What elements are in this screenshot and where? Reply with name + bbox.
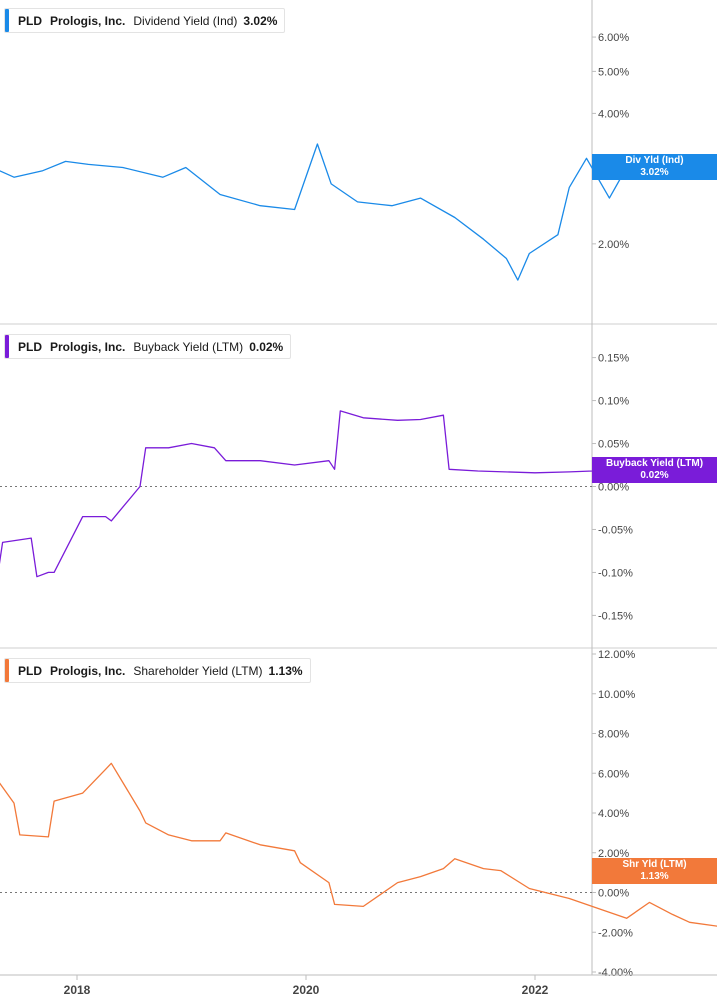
badge-value: 3.02% bbox=[640, 167, 669, 179]
x-tick-label: 2022 bbox=[522, 983, 549, 997]
legend-company: Prologis, Inc. bbox=[50, 663, 126, 678]
badge-title: Div Yld (Ind) bbox=[625, 155, 684, 167]
last-value-badge-dividend: Div Yld (Ind) 3.02% bbox=[592, 154, 717, 181]
y-tick-label: 0.05% bbox=[598, 439, 629, 451]
legend-metric: Buyback Yield (LTM) bbox=[133, 339, 244, 354]
last-value-badge-shareholder: Shr Yld (LTM) 1.13% bbox=[592, 858, 717, 885]
y-tick-label: 4.00% bbox=[598, 808, 629, 820]
y-tick-label: -4.00% bbox=[598, 967, 633, 979]
legend-value: 1.13% bbox=[268, 663, 303, 678]
legend-swatch bbox=[5, 335, 9, 358]
x-tick-label: 2020 bbox=[293, 983, 320, 997]
legend-swatch bbox=[5, 9, 9, 32]
legend-swatch bbox=[5, 659, 9, 682]
legend-ticker: PLD bbox=[18, 13, 42, 28]
y-tick-label: -0.10% bbox=[598, 567, 633, 579]
badge-value: 1.13% bbox=[640, 871, 669, 883]
y-tick-label: -2.00% bbox=[598, 927, 633, 939]
legend-company: Prologis, Inc. bbox=[50, 339, 126, 354]
badge-title: Buyback Yield (LTM) bbox=[605, 458, 704, 470]
legend-ticker: PLD bbox=[18, 663, 42, 678]
y-tick-label: 2.00% bbox=[598, 239, 629, 251]
y-tick-label: 0.15% bbox=[598, 353, 629, 365]
y-tick-label: 0.10% bbox=[598, 396, 629, 408]
y-tick-label: 5.00% bbox=[598, 66, 629, 78]
last-value-badge-buyback: Buyback Yield (LTM) 0.02% bbox=[592, 457, 717, 484]
legend-buyback-yield[interactable]: PLD Prologis, Inc. Buyback Yield (LTM) 0… bbox=[4, 334, 292, 359]
y-tick-label: 6.00% bbox=[598, 768, 629, 780]
y-tick-label: 4.00% bbox=[598, 108, 629, 120]
legend-metric: Dividend Yield (Ind) bbox=[133, 13, 238, 28]
legend-shareholder-yield[interactable]: PLD Prologis, Inc. Shareholder Yield (LT… bbox=[4, 658, 311, 683]
y-tick-label: 6.00% bbox=[598, 32, 629, 44]
legend-metric: Shareholder Yield (LTM) bbox=[133, 663, 263, 678]
chart-stage: 6.00% 5.00% 4.00% 2.00% 0.15% 0.10% 0.05% 0.00%… bbox=[0, 0, 717, 1005]
badge-title: Shr Yld (LTM) bbox=[622, 859, 687, 871]
legend-value: 0.02% bbox=[249, 339, 284, 354]
legend-dividend-yield[interactable]: PLD Prologis, Inc. Dividend Yield (Ind) … bbox=[4, 8, 286, 33]
y-tick-label: -0.05% bbox=[598, 524, 633, 536]
legend-ticker: PLD bbox=[18, 339, 42, 354]
y-tick-label: 8.00% bbox=[598, 729, 629, 741]
y-tick-label: 10.00% bbox=[598, 689, 636, 701]
badge-value: 0.02% bbox=[640, 470, 669, 482]
legend-value: 3.02% bbox=[243, 13, 278, 28]
x-tick-label: 2018 bbox=[64, 983, 91, 997]
y-tick-label: -0.15% bbox=[598, 610, 633, 622]
legend-company: Prologis, Inc. bbox=[50, 13, 126, 28]
y-tick-label: 0.00% bbox=[598, 888, 629, 900]
y-tick-label: 12.00% bbox=[598, 649, 636, 661]
